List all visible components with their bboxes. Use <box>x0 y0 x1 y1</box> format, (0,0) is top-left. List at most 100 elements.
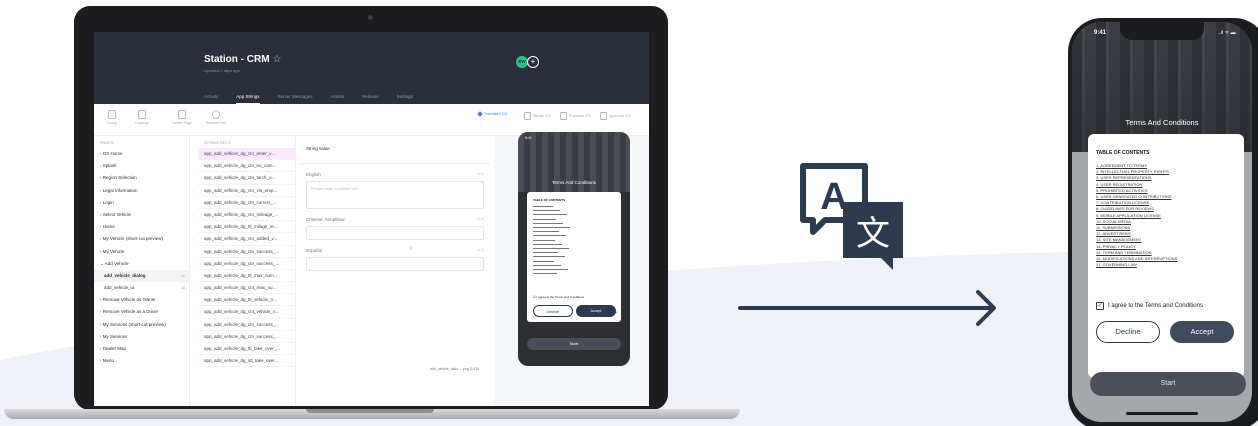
tab-activity[interactable]: Activity <box>204 92 218 104</box>
page-item[interactable]: › Region Selection <box>94 172 189 184</box>
agree-row[interactable]: ✓ I agree to the Terms and Conditions <box>1096 302 1203 310</box>
string-key-item[interactable]: app_add_vehicle_dg_ctn_torch_u... <box>198 172 295 185</box>
preview-toc-line <box>533 269 568 270</box>
tab-app-strings[interactable]: App Strings <box>236 92 260 104</box>
string-key-item[interactable]: app_add_vehicle_dg_cnt_max_nu... <box>198 282 295 295</box>
page-item[interactable]: › Select Vehicle <box>94 209 189 221</box>
agree-checkbox[interactable]: ✓ <box>1096 302 1104 310</box>
string-key-item[interactable]: app_add_vehicle_dg_ttl_vehicle_n... <box>198 294 295 307</box>
preview-toc-line <box>533 214 567 216</box>
flag-icon <box>560 112 567 120</box>
approved-status: Approved 300 <box>600 112 631 120</box>
page-item[interactable]: › Remove Vehicle as Owner <box>94 294 189 306</box>
string-key-item[interactable]: app_add_vehicle_dg_ctn_added_v... <box>198 233 295 246</box>
string-key-item[interactable]: app_add_vehicle_dg_ctn_enter_v... <box>198 148 295 161</box>
terms-title: Terms And Conditions <box>1125 118 1199 127</box>
group-button[interactable]: Group <box>98 110 126 125</box>
delete-page-button[interactable]: Delete Page <box>168 110 196 125</box>
preview-toc-line <box>533 264 561 266</box>
add-member-icon[interactable]: + <box>527 56 539 68</box>
page-item[interactable]: add_vehicle_dialog 12 <box>94 269 189 283</box>
rename-key-button[interactable]: Rename Key <box>202 110 230 125</box>
start-button[interactable]: Start <box>1090 372 1246 396</box>
toc-list: 1. AGREEMENT TO TERMS 2. INTELLECTUAL PRO… <box>1096 163 1177 268</box>
project-title: Station - CRM ☆ <box>204 54 282 65</box>
pages-list: PAGES › OS Home › Splash › Region Selectio… <box>94 136 190 406</box>
translation-input[interactable] <box>306 226 484 240</box>
group-icon <box>108 110 116 119</box>
info-icon: ⓘ <box>331 146 336 151</box>
preview-toc-title: TABLE OF CONTENTS <box>533 198 566 202</box>
string-keys-list: STRING KEYS app_add_vehicle_dg_ctn_enter… <box>198 136 296 406</box>
page-item[interactable]: › Dealer Map <box>94 343 189 355</box>
string-key-item[interactable]: app_add_vehicle_dg_ctn_success_... <box>198 331 295 343</box>
tab-server-messages[interactable]: Server Messages <box>278 92 313 104</box>
string-key-item[interactable]: app_add_vehicle_dg_ctn_vin_emp... <box>198 185 295 197</box>
favorite-star-icon[interactable]: ☆ <box>273 54 282 65</box>
preview-start-button: Start <box>527 338 621 350</box>
string-key-item[interactable]: app_add_vehicle_dg_ctn_mileage_... <box>198 209 295 222</box>
string-key-item[interactable]: app_add_vehicle_dg_ctn_correct_... <box>198 197 295 209</box>
check-document-icon <box>600 112 607 120</box>
string-key-item[interactable]: app_add_vehicle_dg_ctn_success_... <box>198 258 295 270</box>
updated-label: Updated 2 days ago <box>204 68 240 73</box>
tab-settings[interactable]: Settings <box>397 92 413 104</box>
string-keys-header: STRING KEYS <box>204 140 231 145</box>
page-item[interactable]: › My Vehicle (short-cut preview) <box>94 233 189 245</box>
string-key-item[interactable]: app_add_vehicle_dg_ttl_max_num... <box>198 270 295 283</box>
translate-diamond-icon <box>477 111 483 117</box>
string-key-item[interactable]: app_add_vehicle_dg_ctn_success_... <box>198 319 295 331</box>
page-item[interactable]: add_vehicle_ui 18 <box>94 282 189 294</box>
string-key-item[interactable]: app_add_vehicle_dg_ctn_no_cam... <box>198 160 295 173</box>
document-icon <box>524 112 531 120</box>
trash-icon <box>178 110 186 119</box>
page-count-badge: 12 <box>181 273 185 278</box>
tab-assets[interactable]: Assets <box>331 92 345 104</box>
language-block: English 0/15 Please enter a correct VIN <box>306 172 484 209</box>
preview-decline-button: Decline <box>533 305 573 317</box>
page-item[interactable]: › Splash <box>94 160 189 172</box>
translate-icon: A 文 <box>800 163 903 270</box>
string-key-item[interactable]: app_add_vehicle_dg_ttl_milage_re... <box>198 221 295 234</box>
char-limit: 0/15 <box>477 217 484 221</box>
char-limit: 0/15 <box>477 172 484 176</box>
string-value-panel: String value ⓘ English 0/15 Please enter a… <box>300 136 490 406</box>
home-indicator <box>1126 412 1198 415</box>
page-item[interactable]: › OS Home <box>94 148 189 160</box>
language-label: Chinese, Simplified 0/15 <box>306 217 484 222</box>
page-item[interactable]: › Remove Vehicle as a Driver <box>94 306 189 318</box>
page-item[interactable]: › Login <box>94 197 189 209</box>
decline-button[interactable]: Decline <box>1096 321 1160 343</box>
preview-toc-line <box>533 206 553 207</box>
string-key-item[interactable]: app_add_vehicle_dg_stl_take_over... <box>198 355 295 368</box>
preview-prev-icon[interactable]: ‹ <box>410 243 413 252</box>
string-key-item[interactable]: app_add_vehicle_dg_ttl_take_over_... <box>198 343 295 356</box>
page-item[interactable]: › My Services (short-cut preview) <box>94 319 189 331</box>
page-item[interactable]: › Home <box>94 221 189 233</box>
preview-toc-line <box>533 222 563 224</box>
status-icons: ..ıl ᯤ ▬ <box>1218 30 1236 36</box>
preview-toc-line <box>533 256 565 258</box>
translation-input[interactable] <box>306 257 484 271</box>
toc-link[interactable]: 17. GOVERNING LAW <box>1096 262 1177 268</box>
accept-button[interactable]: Accept <box>1170 321 1234 343</box>
page-item[interactable]: › Menu <box>94 355 189 367</box>
page-item[interactable]: ⌄ Add Vehicle <box>94 258 189 270</box>
strings-status: Strings 300 <box>524 112 551 120</box>
page-item[interactable]: › My Services <box>94 331 189 343</box>
page-item[interactable]: › My Vehicle <box>94 246 189 258</box>
preview-toc-line <box>533 210 560 212</box>
tab-release[interactable]: Release <box>362 92 379 104</box>
preview-title: Terms And Conditions <box>552 180 596 185</box>
preview-toc-line <box>533 235 566 237</box>
translation-input[interactable]: Please enter a correct VIN <box>306 181 484 209</box>
string-key-item[interactable]: app_add_vehicle_dg_cnt_vehicle_n... <box>198 306 295 319</box>
laptop-camera <box>368 15 373 20</box>
page-item[interactable]: › Legal Information <box>94 185 189 197</box>
char-limit: 0/15 <box>477 248 484 252</box>
app-header: Station - CRM ☆ Updated 2 days ago EW + A… <box>94 32 649 104</box>
preview-phone: 9:41 Terms And Conditions TABLE OF CONTE… <box>518 132 630 366</box>
ungroup-button[interactable]: Ungroup <box>128 110 156 125</box>
string-key-item[interactable]: app_add_vehicle_dg_ctn_success_... <box>198 246 295 258</box>
preview-toc-line <box>533 260 554 262</box>
